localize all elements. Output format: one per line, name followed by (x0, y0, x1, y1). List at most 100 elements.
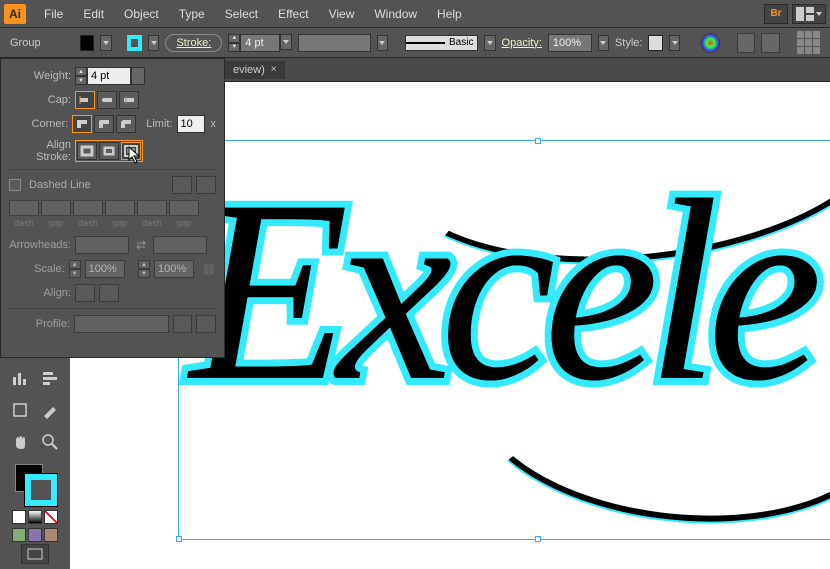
menu-bar: Ai File Edit Object Type Select Effect V… (0, 0, 830, 28)
gap-3[interactable] (169, 200, 199, 216)
scale-a-input[interactable] (85, 260, 125, 278)
stroke-weight-down[interactable]: ▼ (228, 43, 240, 52)
sel-handle-tm[interactable] (535, 138, 541, 144)
weight-dropdown[interactable] (131, 67, 145, 85)
opacity-label[interactable]: Opacity: (502, 37, 542, 49)
align-arrows-label: Align: (9, 287, 71, 299)
style-dropdown[interactable] (669, 35, 680, 51)
hand-tool[interactable] (8, 430, 32, 454)
corner-bevel[interactable] (116, 115, 136, 133)
dashed-line-checkbox[interactable] (9, 179, 21, 191)
limit-label: Limit: (146, 118, 172, 130)
align-grid-button[interactable] (797, 31, 820, 55)
arrow-swap[interactable]: ⇄ (133, 237, 149, 253)
sel-handle-bm[interactable] (535, 536, 541, 542)
selection-bounding-box[interactable] (178, 140, 830, 540)
arrowheads-label: Arrowheads: (9, 239, 71, 251)
stroke-weight-dropdown[interactable] (280, 34, 292, 50)
corner-miter[interactable] (72, 115, 92, 133)
draw-normal-btn[interactable] (12, 528, 26, 542)
scale-link-icon[interactable]: ⛓ (202, 263, 216, 276)
cap-projecting[interactable] (119, 91, 139, 109)
gap-2[interactable] (105, 200, 135, 216)
scale-b-down[interactable]: ▼ (138, 269, 150, 278)
profile-select[interactable] (74, 315, 169, 333)
scale-a-up[interactable]: ▲ (69, 260, 81, 269)
align-arrow-end[interactable] (99, 284, 119, 302)
stroke-weight-up[interactable]: ▲ (228, 34, 240, 43)
scale-b-up[interactable]: ▲ (138, 260, 150, 269)
draw-behind-btn[interactable] (28, 528, 42, 542)
extra-button-2[interactable] (761, 33, 779, 53)
stroke-swatch[interactable] (127, 35, 142, 51)
weight-up[interactable]: ▲ (75, 67, 87, 76)
menu-object[interactable]: Object (114, 3, 169, 25)
dash-preserve-btn[interactable] (172, 176, 192, 194)
dash-lbl-1: dash (9, 218, 39, 228)
stroke-weight-input[interactable] (240, 34, 280, 52)
gap-lbl-1: gap (41, 218, 71, 228)
fill-dropdown[interactable] (100, 35, 111, 51)
menu-window[interactable]: Window (364, 3, 427, 25)
scale-a-down[interactable]: ▼ (69, 269, 81, 278)
fill-stroke-indicator[interactable] (13, 462, 57, 506)
gap-lbl-3: gap (169, 218, 199, 228)
vstroke-profile-dropdown[interactable] (377, 35, 388, 51)
cap-round[interactable] (97, 91, 117, 109)
menu-help[interactable]: Help (427, 3, 472, 25)
artboard-tool[interactable] (8, 398, 32, 422)
tab-close-button[interactable]: × (271, 64, 277, 75)
screen-mode-btn[interactable] (21, 544, 49, 564)
arrow-end-select[interactable] (153, 236, 207, 254)
scale-label: Scale: (9, 263, 65, 275)
stroke-dropdown[interactable] (148, 35, 159, 51)
document-tab[interactable]: eview) × (225, 61, 285, 79)
slice-tool[interactable] (38, 398, 62, 422)
dash-1[interactable] (9, 200, 39, 216)
weight-down[interactable]: ▼ (75, 76, 87, 85)
cursor-icon (128, 146, 142, 169)
menu-view[interactable]: View (319, 3, 365, 25)
vstroke-profile-select[interactable] (298, 34, 371, 52)
dash-align-btn[interactable] (196, 176, 216, 194)
stroke-indicator[interactable] (25, 474, 57, 506)
fill-swatch[interactable] (80, 35, 95, 51)
style-swatch[interactable] (648, 35, 663, 51)
menu-effect[interactable]: Effect (268, 3, 318, 25)
menu-select[interactable]: Select (215, 3, 268, 25)
draw-inside-btn[interactable] (44, 528, 58, 542)
gap-1[interactable] (41, 200, 71, 216)
none-mode-btn[interactable] (44, 510, 58, 524)
opacity-input[interactable] (548, 34, 592, 52)
scale-b-input[interactable] (154, 260, 194, 278)
profile-flip-y[interactable] (196, 315, 216, 333)
arrow-start-select[interactable] (75, 236, 129, 254)
column-graph-tool[interactable] (8, 366, 32, 390)
opacity-dropdown[interactable] (598, 35, 609, 51)
brush-dropdown[interactable] (484, 35, 495, 51)
sel-handle-bl[interactable] (176, 536, 182, 542)
gradient-mode-btn[interactable] (28, 510, 42, 524)
profile-flip-x[interactable] (173, 315, 193, 333)
corner-round[interactable] (94, 115, 114, 133)
align-stroke-inside[interactable] (99, 142, 119, 160)
arrange-documents-button[interactable] (792, 4, 826, 24)
dash-2[interactable] (73, 200, 103, 216)
menu-type[interactable]: Type (169, 3, 215, 25)
brush-definition[interactable]: Basic (405, 35, 478, 51)
align-arrow-tip[interactable] (75, 284, 95, 302)
menu-file[interactable]: File (34, 3, 73, 25)
weight-input[interactable] (87, 67, 131, 85)
stroke-panel-link[interactable]: Stroke: (165, 34, 222, 52)
align-stroke-center[interactable] (77, 142, 97, 160)
bridge-button[interactable]: Br (764, 4, 788, 24)
limit-input[interactable] (177, 115, 205, 133)
bar-graph-tool[interactable] (38, 366, 62, 390)
color-mode-btn[interactable] (12, 510, 26, 524)
extra-button-1[interactable] (737, 33, 755, 53)
dash-3[interactable] (137, 200, 167, 216)
menu-edit[interactable]: Edit (73, 3, 114, 25)
cap-butt[interactable] (75, 91, 95, 109)
recolor-button[interactable] (701, 33, 719, 53)
zoom-tool[interactable] (38, 430, 62, 454)
